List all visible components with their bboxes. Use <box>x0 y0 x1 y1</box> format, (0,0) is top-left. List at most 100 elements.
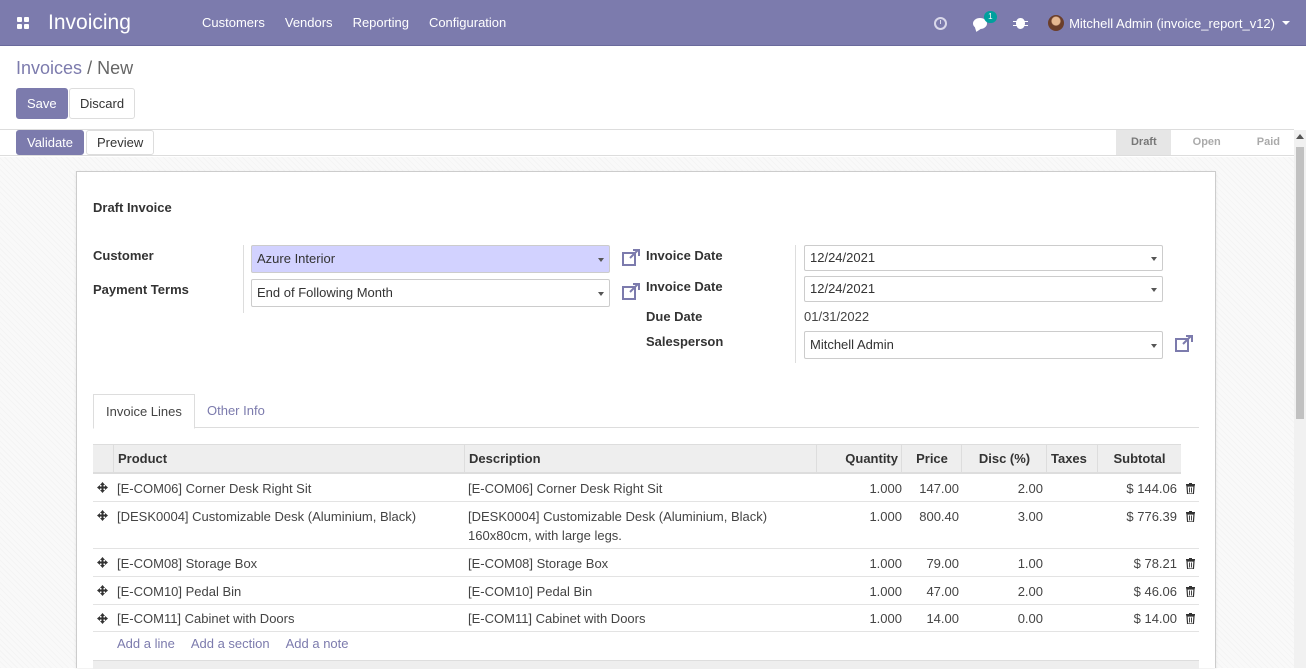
payment-terms-field[interactable]: End of Following Month <box>251 279 610 307</box>
discard-button[interactable]: Discard <box>69 88 136 119</box>
invoice-date-value: 12/24/2021 <box>810 250 876 265</box>
col-product[interactable]: Product <box>113 445 465 473</box>
drag-handle-icon[interactable] <box>97 557 108 568</box>
breadcrumb-invoices[interactable]: Invoices <box>16 58 82 78</box>
user-menu[interactable]: Mitchell Admin (invoice_report_v12) <box>1040 15 1306 31</box>
payment-terms-label: Payment Terms <box>93 282 189 297</box>
drag-handle-icon[interactable] <box>97 585 108 596</box>
cell-price: 14.00 <box>926 611 959 626</box>
cell-subtotal: $ 14.00 <box>1133 611 1177 626</box>
stage-draft[interactable]: Draft <box>1115 130 1171 155</box>
customer-value: Azure Interior <box>257 251 336 266</box>
chevron-down-icon[interactable] <box>1151 257 1157 261</box>
drag-handle-icon[interactable] <box>97 510 108 521</box>
due-date-label: Due Date <box>646 309 703 324</box>
chevron-down-icon[interactable] <box>598 258 604 262</box>
col-description[interactable]: Description <box>464 445 816 473</box>
salesperson-label: Salesperson <box>646 334 724 349</box>
add-note-link[interactable]: Add a note <box>286 636 349 651</box>
cell-product: [DESK0004] Customizable Desk (Aluminium,… <box>117 509 417 524</box>
invoice-date-field-2[interactable]: 12/24/2021 <box>804 276 1163 302</box>
avatar <box>1048 15 1065 31</box>
payment-terms-value: End of Following Month <box>257 285 393 300</box>
user-name: Mitchell Admin (invoice_report_v12) <box>1069 15 1275 31</box>
messages-chat-icon[interactable]: 1 <box>960 10 1000 29</box>
main-menu: Customers Vendors Reporting Configuratio… <box>192 0 516 46</box>
top-navbar: Invoicing Customers Vendors Reporting Co… <box>0 0 1306 46</box>
customer-field[interactable]: Azure Interior <box>251 245 610 273</box>
cell-quantity: 1.000 <box>869 611 902 626</box>
cell-discount: 3.00 <box>1017 509 1043 524</box>
cell-product: [E-COM10] Pedal Bin <box>117 584 242 599</box>
invoice-date-label-2: Invoice Date <box>646 279 723 294</box>
trash-icon[interactable] <box>1186 558 1195 569</box>
cell-description-line2: 160x80cm, with large legs. <box>468 528 622 543</box>
trash-icon[interactable] <box>1186 586 1195 597</box>
activity-clock-icon[interactable] <box>920 16 960 30</box>
save-button[interactable]: Save <box>16 88 68 119</box>
external-link-icon[interactable] <box>622 283 640 300</box>
cell-quantity: 1.000 <box>869 481 902 496</box>
right-group-separator <box>795 245 796 363</box>
col-price[interactable]: Price <box>901 445 962 473</box>
menu-configuration[interactable]: Configuration <box>419 0 516 46</box>
scroll-up-arrow-icon[interactable] <box>1296 134 1304 139</box>
table-row[interactable]: [E-COM11] Cabinet with Doors [E-COM11] C… <box>93 605 1199 632</box>
col-quantity[interactable]: Quantity <box>816 445 902 473</box>
tab-other-info[interactable]: Other Info <box>195 394 277 429</box>
invoice-date-field[interactable]: 12/24/2021 <box>804 245 1163 271</box>
invoice-date-value-2: 12/24/2021 <box>810 281 876 296</box>
cell-description: [E-COM06] Corner Desk Right Sit <box>468 481 663 496</box>
salesperson-field[interactable]: Mitchell Admin <box>804 331 1163 359</box>
app-title[interactable]: Invoicing <box>48 11 192 35</box>
tab-invoice-lines[interactable]: Invoice Lines <box>93 394 195 429</box>
col-taxes[interactable]: Taxes <box>1046 445 1098 473</box>
drag-handle-icon[interactable] <box>97 482 108 493</box>
notebook-tabs: Invoice Lines Other Info <box>93 394 1199 429</box>
breadcrumb: Invoices / New <box>16 58 133 79</box>
external-link-icon[interactable] <box>622 249 640 266</box>
apps-menu-icon[interactable] <box>0 0 46 46</box>
debug-bug-icon[interactable] <box>1000 17 1040 29</box>
status-bar: Draft Open Paid <box>1115 130 1294 155</box>
chevron-down-icon[interactable] <box>1151 344 1157 348</box>
table-row[interactable]: [E-COM08] Storage Box [E-COM08] Storage … <box>93 549 1199 577</box>
add-line-link[interactable]: Add a line <box>117 636 175 651</box>
menu-customers[interactable]: Customers <box>192 0 275 46</box>
cell-subtotal: $ 144.06 <box>1126 481 1177 496</box>
trash-icon[interactable] <box>1186 613 1195 624</box>
scrollbar-thumb[interactable] <box>1296 147 1304 419</box>
vertical-scrollbar[interactable] <box>1294 130 1306 668</box>
cell-description: [DESK0004] Customizable Desk (Aluminium,… <box>468 509 768 524</box>
table-row[interactable]: [E-COM10] Pedal Bin [E-COM10] Pedal Bin … <box>93 577 1199 605</box>
chevron-down-icon[interactable] <box>598 292 604 296</box>
stage-paid[interactable]: Paid <box>1235 130 1294 155</box>
col-subtotal[interactable]: Subtotal <box>1097 445 1181 473</box>
cell-price: 800.40 <box>919 509 959 524</box>
invoice-date-label: Invoice Date <box>646 248 723 263</box>
external-link-icon[interactable] <box>1175 335 1193 352</box>
trash-icon[interactable] <box>1186 483 1195 494</box>
menu-reporting[interactable]: Reporting <box>343 0 419 46</box>
add-links: Add a line Add a section Add a note <box>117 636 349 651</box>
cell-quantity: 1.000 <box>869 509 902 524</box>
validate-button[interactable]: Validate <box>16 130 85 155</box>
cell-discount: 1.00 <box>1017 556 1043 571</box>
stage-open[interactable]: Open <box>1171 130 1235 155</box>
cell-product: [E-COM11] Cabinet with Doors <box>117 611 295 626</box>
add-section-link[interactable]: Add a section <box>191 636 270 651</box>
cell-description: [E-COM08] Storage Box <box>468 556 609 571</box>
table-row[interactable]: [DESK0004] Customizable Desk (Aluminium,… <box>93 502 1199 549</box>
breadcrumb-current: New <box>97 58 134 78</box>
breadcrumb-separator: / <box>87 58 93 78</box>
cell-product: [E-COM06] Corner Desk Right Sit <box>117 481 312 496</box>
preview-button[interactable]: Preview <box>86 130 155 155</box>
invoice-lines-table: Product Description Quantity Price Disc … <box>93 444 1199 651</box>
chevron-down-icon[interactable] <box>1151 288 1157 292</box>
table-row[interactable]: [E-COM06] Corner Desk Right Sit [E-COM06… <box>93 474 1199 502</box>
col-discount[interactable]: Disc (%) <box>961 445 1047 473</box>
menu-vendors[interactable]: Vendors <box>275 0 343 46</box>
table-header: Product Description Quantity Price Disc … <box>93 444 1181 474</box>
drag-handle-icon[interactable] <box>97 613 108 624</box>
trash-icon[interactable] <box>1186 511 1195 522</box>
